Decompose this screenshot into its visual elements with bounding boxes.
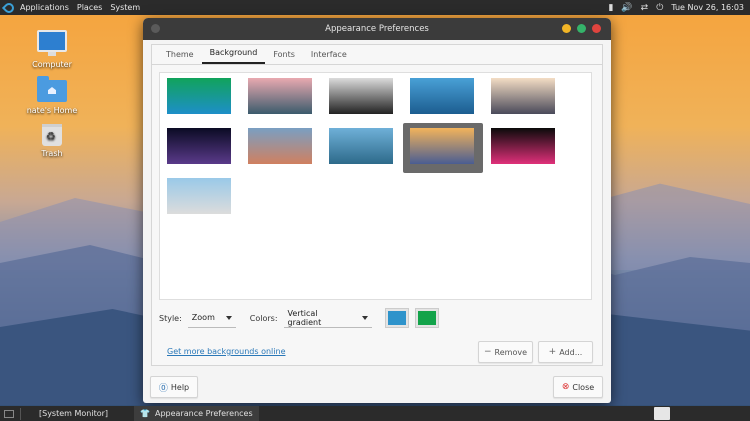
remove-label: Remove — [494, 347, 527, 357]
primary-color-button[interactable] — [385, 309, 408, 327]
chevron-down-icon — [361, 315, 368, 320]
help-icon: ⓪ — [158, 383, 168, 394]
desktop-icon-label: Computer — [32, 60, 72, 69]
panel-trash-icon[interactable] — [654, 407, 670, 420]
secondary-color-button[interactable] — [415, 309, 438, 327]
close-window-button[interactable] — [592, 24, 601, 33]
maximize-button[interactable] — [577, 24, 586, 33]
style-label: Style: — [159, 313, 182, 323]
background-thumbnail-moon-mountain[interactable] — [248, 128, 312, 164]
background-thumbnail-coastal-rocks[interactable] — [329, 128, 393, 164]
plus-icon: + — [548, 347, 557, 357]
background-thumbnail-mono-mountains[interactable] — [329, 78, 393, 114]
get-more-backgrounds-link[interactable]: Get more backgrounds online — [167, 347, 286, 356]
preferences-notebook: Theme Background Fonts Interface Style: … — [151, 44, 603, 366]
background-thumbnail-snowy-ridge[interactable] — [167, 178, 231, 214]
close-icon: ⊗ — [561, 382, 570, 392]
background-thumbnail-rocks-in-clouds[interactable] — [248, 78, 312, 114]
menu-places[interactable]: Places — [77, 3, 102, 12]
tab-theme[interactable]: Theme — [158, 50, 202, 64]
window-titlebar[interactable]: Appearance Preferences — [143, 18, 611, 40]
colors-label: Colors: — [249, 313, 278, 323]
remove-button[interactable]: − Remove — [478, 341, 533, 363]
minimize-button[interactable] — [562, 24, 571, 33]
chevron-down-icon — [225, 315, 232, 320]
add-button[interactable]: + Add... — [538, 341, 593, 363]
appearance-preferences-window: Appearance Preferences Theme Background … — [143, 18, 611, 403]
menu-applications[interactable]: Applications — [20, 3, 69, 12]
background-thumbnail-green-gradient[interactable] — [167, 78, 231, 114]
task-system-monitor[interactable]: [System Monitor] — [33, 406, 114, 421]
network-icon[interactable]: ⇄ — [641, 3, 649, 13]
tab-fonts[interactable]: Fonts — [265, 50, 303, 64]
task-appearance-preferences[interactable]: 👕 Appearance Preferences — [134, 406, 259, 421]
appearance-app-icon: 👕 — [140, 409, 150, 418]
distro-logo-icon[interactable] — [1, 0, 17, 15]
trash-icon — [42, 124, 62, 146]
desktop-icon-label: nate's Home — [26, 106, 78, 115]
power-icon[interactable]: ⏻ — [656, 3, 663, 13]
desktop-icon-computer[interactable]: Computer — [22, 30, 82, 69]
task-label: Appearance Preferences — [155, 409, 253, 418]
tab-background[interactable]: Background — [201, 48, 266, 64]
background-thumbnail-city-skyline-water[interactable] — [491, 78, 555, 114]
background-gallery — [159, 72, 592, 300]
system-tray: ▮ 🔊 ⇄ ⏻ Tue Nov 26, 16:03 — [608, 0, 744, 15]
bottom-panel: [System Monitor] 👕 Appearance Preference… — [0, 406, 750, 421]
monitor-applet-icon[interactable]: ▮ — [608, 3, 613, 13]
colors-dropdown[interactable]: Vertical gradient — [283, 308, 372, 328]
menu-system[interactable]: System — [110, 3, 140, 12]
task-label: [System Monitor] — [39, 409, 109, 418]
add-label: Add... — [559, 347, 583, 357]
volume-icon[interactable]: 🔊 — [621, 3, 632, 13]
panel-separator — [20, 407, 21, 420]
home-folder-icon — [37, 76, 67, 102]
tab-interface[interactable]: Interface — [303, 50, 355, 64]
style-controls: Style: Zoom Colors: Vertical gradient — [159, 307, 599, 329]
background-thumbnail-comet-nebula[interactable] — [167, 128, 231, 164]
desktop-icon-home[interactable]: nate's Home — [22, 76, 82, 115]
background-thumbnail-sunset-mountains[interactable] — [410, 128, 474, 164]
close-button[interactable]: ⊗ Close — [553, 376, 603, 398]
gallery-actions: Get more backgrounds online − Remove + A… — [159, 341, 595, 363]
top-panel: Applications Places System ▮ 🔊 ⇄ ⏻ Tue N… — [0, 0, 750, 15]
background-thumbnail-glass-building[interactable] — [410, 78, 474, 114]
help-button[interactable]: ⓪ Help — [150, 376, 198, 398]
desktop-icon-label: Trash — [41, 149, 63, 158]
clock[interactable]: Tue Nov 26, 16:03 — [671, 3, 744, 12]
help-label: Help — [170, 382, 190, 392]
minus-icon: − — [483, 347, 492, 357]
computer-icon — [37, 30, 67, 56]
style-value: Zoom — [191, 313, 215, 322]
background-thumbnail-pink-laptop[interactable] — [491, 128, 555, 164]
show-desktop-icon[interactable] — [4, 409, 14, 418]
window-title: Appearance Preferences — [325, 24, 429, 34]
tab-bar: Theme Background Fonts Interface — [152, 45, 602, 65]
window-menu-icon[interactable] — [151, 24, 160, 33]
desktop-icon-trash[interactable]: Trash — [22, 124, 82, 158]
style-dropdown[interactable]: Zoom — [187, 308, 236, 328]
colors-value: Vertical gradient — [287, 308, 322, 327]
close-label: Close — [572, 382, 595, 392]
